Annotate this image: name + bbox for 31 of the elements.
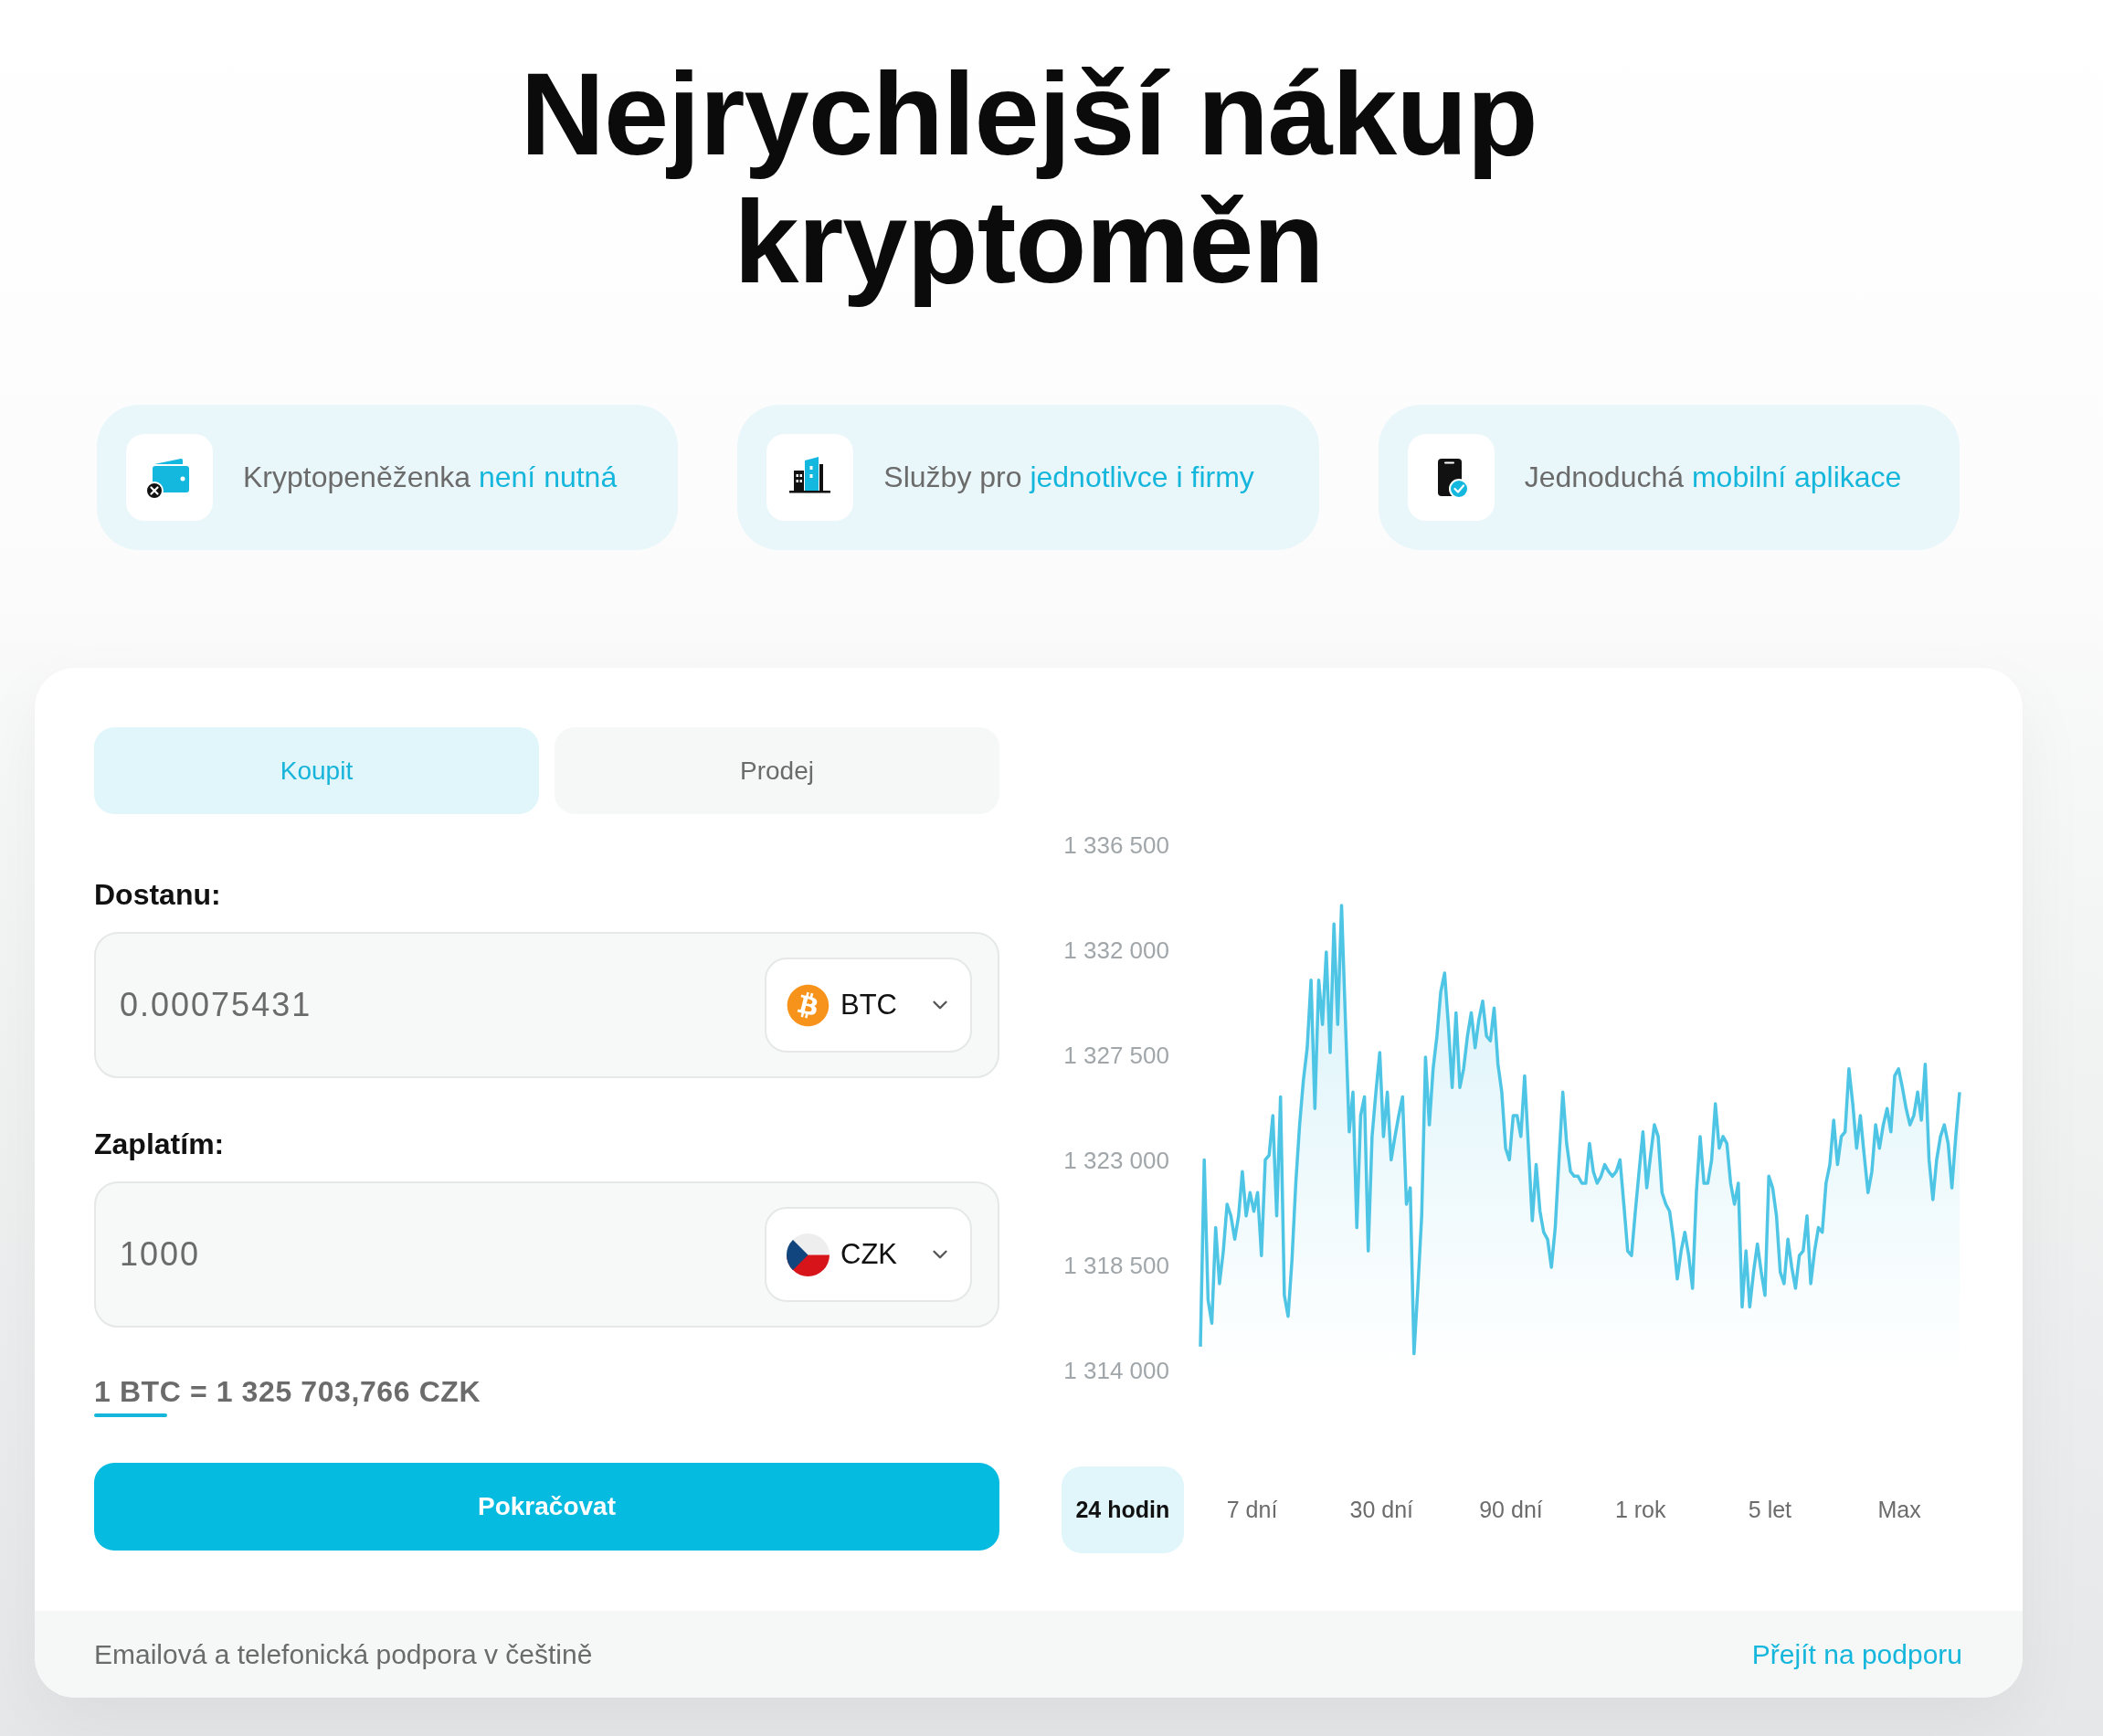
y-axis-label: 1 336 500	[1063, 831, 1169, 859]
y-axis-label: 1 327 500	[1063, 1041, 1169, 1069]
page-title: Nejrychlejší nákup kryptoměn	[519, 50, 1538, 306]
feature-text: Služby pro jednotlivce i firmy	[883, 460, 1254, 494]
amount-field[interactable]: 1000 CZK	[94, 1181, 999, 1328]
y-axis-label: 1 318 500	[1063, 1251, 1169, 1279]
feature-text: Jednoduchá mobilní aplikace	[1524, 460, 1902, 494]
coin-icon	[787, 983, 830, 1027]
flag-icon	[787, 1233, 830, 1276]
building-icon	[766, 434, 854, 521]
exchange-rate: 1 BTC = 1 325 703,766 CZK	[94, 1373, 481, 1417]
phone-check-icon	[1407, 434, 1495, 521]
support-text: Emailová a telefonická podpora v češtině	[94, 1638, 593, 1670]
range-tab[interactable]: 5 let	[1708, 1466, 1832, 1553]
currency-select[interactable]: CZK	[765, 1207, 972, 1302]
field-label: Zaplatím:	[94, 1127, 225, 1162]
range-tab[interactable]: Max	[1838, 1466, 1961, 1553]
range-tab[interactable]: 24 hodin	[1061, 1466, 1184, 1553]
y-axis-label: 1 323 000	[1063, 1146, 1169, 1174]
range-tab[interactable]: 30 dní	[1320, 1466, 1443, 1553]
range-tab[interactable]: 7 dní	[1190, 1466, 1314, 1553]
currency-select[interactable]: BTC	[765, 958, 972, 1053]
feature-text: Kryptopeněženka není nutná	[243, 460, 618, 494]
trade-tab[interactable]: Prodej	[555, 727, 999, 814]
y-axis-label: 1 332 000	[1063, 936, 1169, 964]
range-tab[interactable]: 90 dní	[1450, 1466, 1572, 1553]
range-tab[interactable]: 1 rok	[1579, 1466, 1702, 1553]
wallet-icon	[126, 434, 213, 521]
field-label: Dostanu:	[94, 877, 221, 913]
y-axis-label: 1 314 000	[1063, 1356, 1169, 1384]
amount-field[interactable]: 0.00075431 BTC	[94, 932, 999, 1078]
